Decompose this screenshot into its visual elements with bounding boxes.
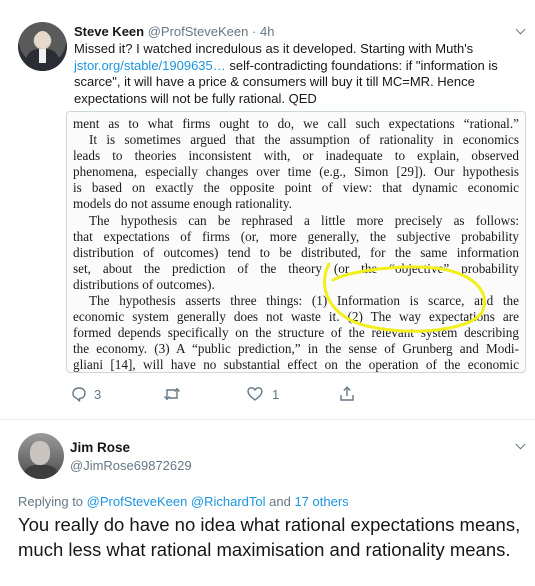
author-name[interactable]: Jim Rose: [70, 440, 130, 455]
replying-and: and: [265, 494, 295, 509]
reply-count: 3: [94, 386, 102, 402]
author-name[interactable]: Steve Keen: [74, 24, 144, 39]
replying-to-users[interactable]: @ProfSteveKeen @RichardTol: [87, 494, 266, 509]
highlight-scribble: [323, 262, 487, 333]
like-count: 1: [272, 386, 280, 402]
reply-button[interactable]: 3: [70, 384, 101, 404]
tweet-link[interactable]: jstor.org/stable/1909635…: [74, 58, 226, 73]
avatar-figure-head: [35, 31, 50, 48]
replying-others-link[interactable]: 17 others: [294, 494, 348, 509]
divider: [0, 419, 535, 420]
tweet-image[interactable]: ment as to what firms ought to do, we ca…: [66, 111, 526, 373]
retweet-button[interactable]: [162, 384, 188, 404]
reply-icon: [72, 387, 86, 402]
highlight-annotation: [323, 262, 487, 333]
avatar[interactable]: [18, 22, 67, 71]
tweet-header: Steve Keen @ProfSteveKeen · 4h: [74, 24, 274, 40]
tweet-text: Missed it? I watched incredulous as it d…: [74, 41, 514, 107]
reply-text: You really do have no idea what rational…: [18, 514, 521, 560]
like-icon: [247, 387, 263, 401]
replying-to: Replying to @ProfSteveKeen @RichardTol a…: [18, 494, 349, 509]
share-icon: [340, 386, 354, 401]
separator: ·: [252, 24, 257, 39]
author-handle[interactable]: @ProfSteveKeen: [148, 24, 249, 39]
avatar-figure-shirt: [39, 49, 46, 63]
like-button[interactable]: 1: [246, 384, 279, 404]
chevron-down-icon[interactable]: [516, 441, 526, 451]
avatar[interactable]: [18, 433, 64, 479]
chevron-down-icon[interactable]: [516, 26, 526, 36]
avatar-figure: [22, 465, 60, 479]
tweet-time[interactable]: 4h: [260, 24, 274, 39]
avatar-figure-head: [30, 441, 50, 465]
replying-prefix: Replying to: [18, 494, 87, 509]
tweet-original[interactable]: Steve Keen @ProfSteveKeen · 4h Missed it…: [0, 0, 535, 410]
retweet-icon: [163, 387, 181, 401]
share-button[interactable]: [338, 384, 356, 404]
author-handle[interactable]: @JimRose69872629: [70, 458, 192, 473]
tweet-text-part: Missed it? I watched incredulous as it d…: [74, 41, 474, 56]
